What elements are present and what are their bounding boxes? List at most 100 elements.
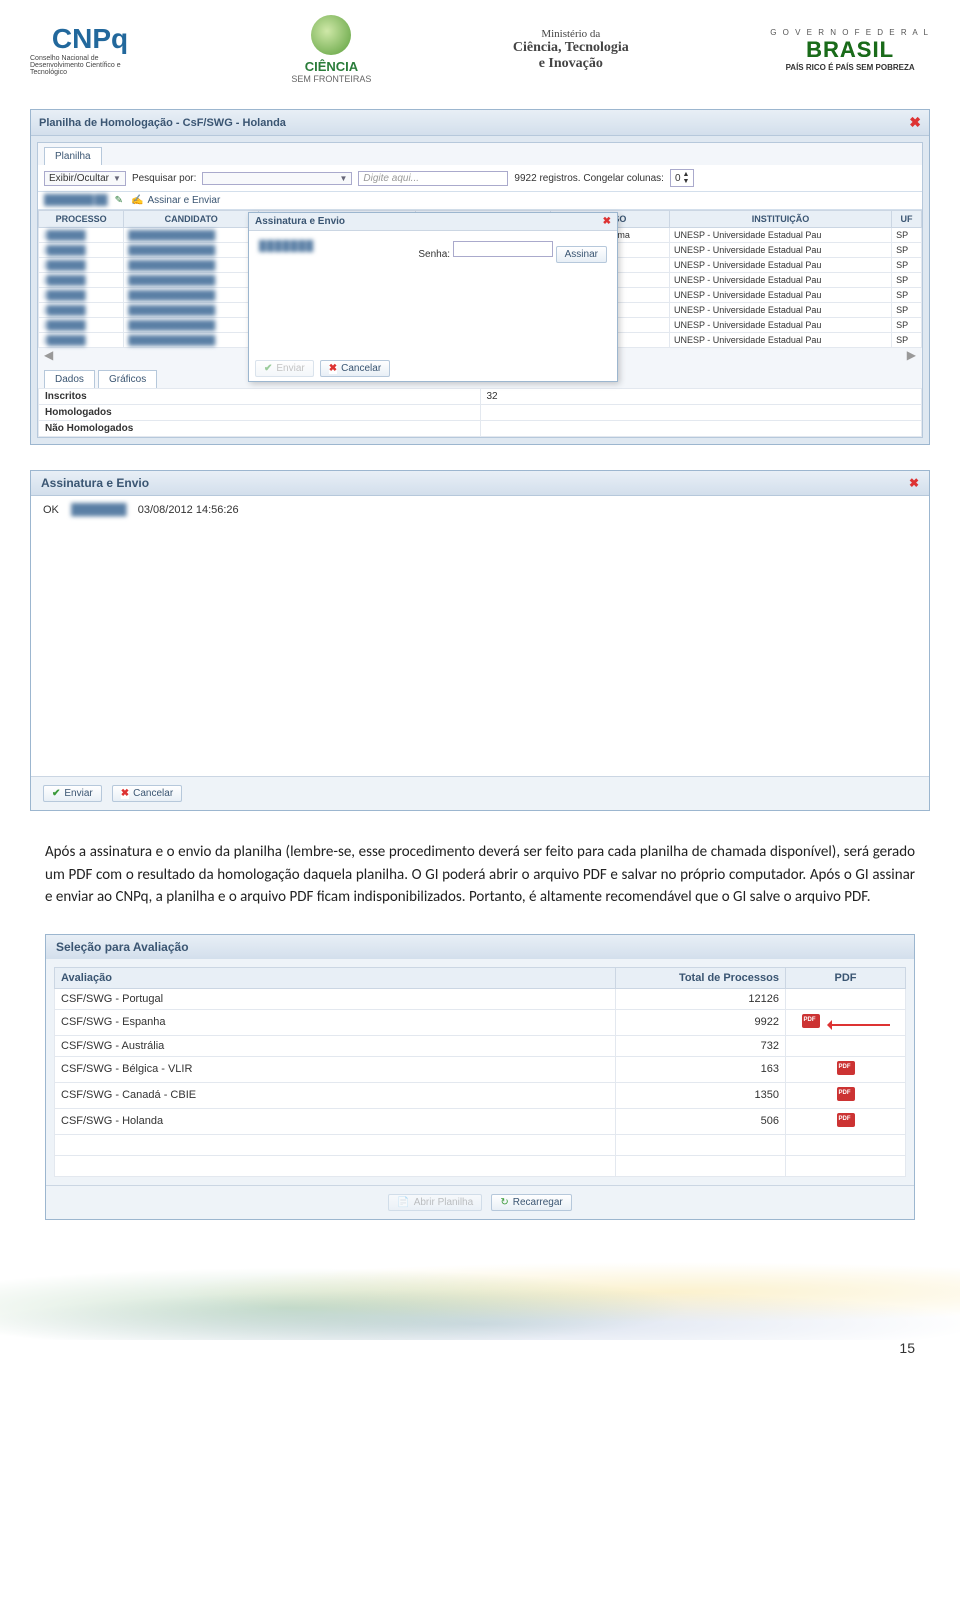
modal-title: Assinatura e Envio <box>255 216 345 227</box>
cell-processo: 2███████ <box>39 258 124 273</box>
page-number: 15 <box>0 1340 960 1376</box>
logo-cnpq: CNPq Conselho Nacional de Desenvolviment… <box>30 23 150 76</box>
spinner-value: 0 <box>675 173 681 184</box>
spin-up-icon[interactable]: ▲ <box>683 171 690 178</box>
assinar-button[interactable]: Assinar <box>556 246 607 263</box>
th-candidato[interactable]: CANDIDATO <box>124 211 259 228</box>
cell-total: 506 <box>616 1108 786 1134</box>
cell-inst: UNESP - Universidade Estadual Pau <box>669 318 891 333</box>
table-row <box>55 1155 906 1176</box>
cell-inst: UNESP - Universidade Estadual Pau <box>669 258 891 273</box>
close-icon[interactable]: ✖ <box>603 216 611 227</box>
check-icon: ✔ <box>52 788 60 799</box>
tab-graficos[interactable]: Gráficos <box>98 370 157 388</box>
tab-planilha[interactable]: Planilha <box>44 147 102 165</box>
cell-inst: UNESP - Universidade Estadual Pau <box>669 303 891 318</box>
cell-pdf <box>786 1082 906 1108</box>
table-row <box>55 1134 906 1155</box>
th-instituicao[interactable]: INSTITUIÇÃO <box>669 211 891 228</box>
congelar-colunas-spinner[interactable]: 0 ▲▼ <box>670 169 695 187</box>
spin-down-icon[interactable]: ▼ <box>683 178 690 185</box>
th-uf[interactable]: UF <box>892 211 922 228</box>
enviar-button[interactable]: ✔Enviar <box>255 360 314 377</box>
table-row[interactable]: CSF/SWG - Austrália732 <box>55 1035 906 1056</box>
window-title: Planilha de Homologação - CsF/SWG - Hola… <box>39 117 286 129</box>
assinar-enviar-button[interactable]: ✍ Assinar e Enviar <box>131 195 220 206</box>
pdf-icon[interactable] <box>837 1087 855 1101</box>
homologados-label: Homologados <box>39 405 481 421</box>
cell-candidato: ████████████████ <box>124 258 259 273</box>
cell-uf: SP <box>892 333 922 348</box>
planilha-panel: Planilha Exibir/Ocultar ▼ Pesquisar por:… <box>37 142 923 438</box>
recarregar-button[interactable]: ↻ Recarregar <box>491 1194 571 1211</box>
cell-avaliacao: CSF/SWG - Bélgica - VLIR <box>55 1056 616 1082</box>
mcti-l1: Ministério da <box>541 28 600 40</box>
cell-total: 163 <box>616 1056 786 1082</box>
senha-input[interactable] <box>453 241 553 257</box>
cell-inst: UNESP - Universidade Estadual Pau <box>669 228 891 243</box>
inscritos-label: Inscritos <box>39 389 481 405</box>
cell-avaliacao: CSF/SWG - Portugal <box>55 988 616 1009</box>
table-row[interactable]: CSF/SWG - Espanha9922 <box>55 1009 906 1035</box>
brasil-gov: G O V E R N O F E D E R A L <box>770 28 930 37</box>
th-pdf[interactable]: PDF <box>786 967 906 988</box>
toolbar-blurred: ████████ ██ <box>44 195 107 206</box>
cell-uf: SP <box>892 303 922 318</box>
th-processo[interactable]: PROCESSO <box>39 211 124 228</box>
selecao-avaliacao-panel: Seleção para Avaliação Avaliação Total d… <box>45 934 915 1220</box>
mcti-l3: e Inovação <box>539 56 603 72</box>
cancelar-button[interactable]: ✖Cancelar <box>112 785 182 802</box>
instruction-paragraph: Após a assinatura e o envio da planilha … <box>45 841 915 909</box>
pen-icon: ✍ <box>131 195 143 206</box>
csf-l2: SEM FRONTEIRAS <box>291 74 371 84</box>
panel-title: Assinatura e Envio <box>41 476 149 490</box>
cell-candidato: ████████████████ <box>124 243 259 258</box>
cell-processo: 2███████ <box>39 318 124 333</box>
cell-total: 732 <box>616 1035 786 1056</box>
cell-uf: SP <box>892 228 922 243</box>
brasil-sub: PAÍS RICO É PAÍS SEM POBREZA <box>786 63 915 72</box>
cell-processo: 2███████ <box>39 228 124 243</box>
search-input[interactable]: Digite aqui... <box>358 171 508 186</box>
row-nao-homologados: Não Homologados <box>39 421 922 437</box>
chevron-down-icon: ▼ <box>340 174 348 183</box>
abrir-planilha-button[interactable]: 📄 Abrir Planilha <box>388 1194 482 1211</box>
cell-candidato: ████████████████ <box>124 273 259 288</box>
tab-dados[interactable]: Dados <box>44 370 95 388</box>
cell-avaliacao: CSF/SWG - Holanda <box>55 1108 616 1134</box>
arrow-icon <box>830 1024 890 1026</box>
cell-inst: UNESP - Universidade Estadual Pau <box>669 288 891 303</box>
cell-total: 1350 <box>616 1082 786 1108</box>
pesquisar-por-dropdown[interactable]: ▼ <box>202 172 352 185</box>
cancelar-button[interactable]: ✖Cancelar <box>320 360 390 377</box>
selecao-title: Seleção para Avaliação <box>46 935 914 959</box>
x-icon: ✖ <box>121 788 129 799</box>
cell-candidato: ████████████████ <box>124 303 259 318</box>
grid-area: PROCESSO CANDIDATO ÁREA CONHECIMENTO ÁRE… <box>38 210 922 362</box>
brasil-big: BRASIL <box>806 37 894 63</box>
cell-pdf <box>786 988 906 1009</box>
th-avaliacao[interactable]: Avaliação <box>55 967 616 988</box>
planilha-homologacao-window: Planilha de Homologação - CsF/SWG - Hola… <box>30 109 930 445</box>
pdf-icon[interactable] <box>837 1113 855 1127</box>
cell-candidato: ████████████████ <box>124 228 259 243</box>
pdf-icon[interactable] <box>837 1061 855 1075</box>
check-icon: ✔ <box>264 363 272 374</box>
enviar-button[interactable]: ✔Enviar <box>43 785 102 802</box>
registros-label: 9922 registros. Congelar colunas: <box>514 173 664 184</box>
close-icon[interactable]: ✖ <box>909 476 919 490</box>
spreadsheet-icon: 📄 <box>397 1197 409 1208</box>
table-row[interactable]: CSF/SWG - Bélgica - VLIR163 <box>55 1056 906 1082</box>
cell-processo: 2███████ <box>39 243 124 258</box>
logo-mcti: Ministério da Ciência, Tecnologia e Inov… <box>513 28 629 72</box>
table-row[interactable]: CSF/SWG - Canadá - CBIE1350 <box>55 1082 906 1108</box>
table-row[interactable]: CSF/SWG - Holanda506 <box>55 1108 906 1134</box>
table-row[interactable]: CSF/SWG - Portugal12126 <box>55 988 906 1009</box>
cell-pdf <box>786 1056 906 1082</box>
pdf-icon[interactable] <box>802 1014 820 1028</box>
close-icon[interactable]: ✖ <box>909 114 921 131</box>
window-titlebar: Planilha de Homologação - CsF/SWG - Hola… <box>31 110 929 136</box>
th-total[interactable]: Total de Processos <box>616 967 786 988</box>
cnpq-sub: Conselho Nacional de Desenvolvimento Cie… <box>30 55 150 76</box>
exibir-ocultar-dropdown[interactable]: Exibir/Ocultar ▼ <box>44 171 126 186</box>
